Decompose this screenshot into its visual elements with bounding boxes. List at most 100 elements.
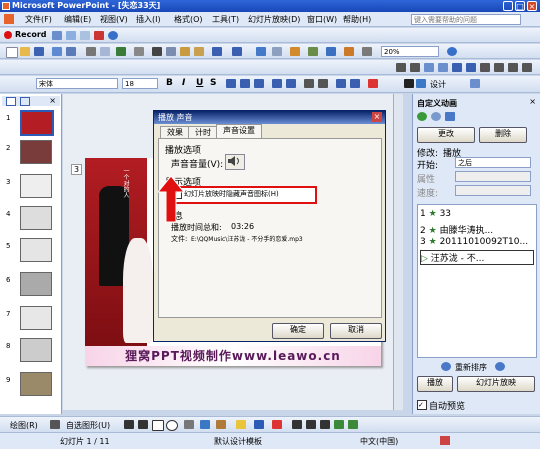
oval-icon[interactable] bbox=[166, 420, 178, 431]
new-icon[interactable] bbox=[6, 47, 18, 58]
animation-item-2[interactable]: 2 ★ 由滕华涛执... bbox=[420, 223, 493, 236]
move-down-icon[interactable] bbox=[495, 362, 505, 371]
align-center-icon[interactable] bbox=[240, 79, 250, 88]
cancel-button[interactable]: 取消 bbox=[330, 323, 382, 339]
delete-button[interactable]: 删除 bbox=[479, 127, 527, 143]
font-size-select[interactable]: 18 bbox=[122, 78, 158, 89]
research-icon[interactable] bbox=[134, 47, 144, 56]
help-icon[interactable] bbox=[447, 47, 457, 56]
help-icon[interactable] bbox=[108, 31, 118, 40]
preview-icon[interactable] bbox=[100, 47, 110, 56]
tool-icon[interactable] bbox=[396, 63, 406, 72]
undo-icon[interactable] bbox=[212, 47, 222, 56]
picture-icon[interactable] bbox=[216, 420, 226, 429]
expand-icon[interactable] bbox=[362, 47, 372, 56]
slide-thumbnail-1[interactable] bbox=[20, 110, 54, 136]
animation-item-1[interactable]: 1 ★ 33 bbox=[420, 209, 451, 219]
help-search-input[interactable]: 键入需要帮助的问题 bbox=[411, 14, 521, 25]
outdent-icon[interactable] bbox=[350, 79, 360, 88]
tool-icon[interactable] bbox=[494, 63, 504, 72]
tool-icon[interactable] bbox=[66, 31, 76, 40]
dash-style-icon[interactable] bbox=[306, 420, 316, 429]
decrease-font-icon[interactable] bbox=[318, 79, 328, 88]
slide-thumbnail-2[interactable] bbox=[20, 140, 52, 164]
open-icon[interactable] bbox=[20, 47, 30, 56]
record-icon[interactable] bbox=[4, 31, 12, 39]
menu-format[interactable]: 格式(O) bbox=[174, 14, 203, 25]
play-button[interactable]: 播放 bbox=[417, 376, 453, 392]
property-select[interactable] bbox=[455, 171, 531, 182]
tool-icon[interactable] bbox=[424, 63, 434, 72]
tool-icon[interactable] bbox=[508, 63, 518, 72]
line-icon[interactable] bbox=[124, 420, 134, 429]
outline-tab-icon[interactable] bbox=[6, 97, 16, 106]
slide-thumbnail-8[interactable] bbox=[20, 338, 52, 362]
tool-icon[interactable] bbox=[480, 63, 490, 72]
tool-icon[interactable] bbox=[52, 31, 62, 40]
wordart-icon[interactable] bbox=[200, 420, 210, 429]
design-button[interactable]: 设计 bbox=[430, 79, 446, 90]
move-up-icon[interactable] bbox=[441, 362, 451, 371]
menu-insert[interactable]: 插入(I) bbox=[136, 14, 161, 25]
color-icon[interactable] bbox=[326, 47, 336, 56]
menu-tools[interactable]: 工具(T) bbox=[212, 14, 239, 25]
ok-button[interactable]: 确定 bbox=[272, 323, 324, 339]
animation-item-3[interactable]: 3 ★ 20111010092T10... bbox=[420, 237, 528, 247]
tool-icon[interactable] bbox=[466, 63, 476, 72]
italic-button[interactable]: I bbox=[182, 78, 185, 88]
tool-icon[interactable] bbox=[80, 31, 90, 40]
redo-icon[interactable] bbox=[232, 47, 242, 56]
fill-color-icon[interactable] bbox=[236, 420, 246, 429]
animation-item-4[interactable]: ▷ 汪苏泷 - 不... bbox=[420, 250, 534, 265]
design-icon[interactable] bbox=[416, 79, 426, 88]
autopreview-checkbox[interactable]: ✓ bbox=[417, 400, 427, 410]
numbering-icon[interactable] bbox=[272, 79, 282, 88]
home-icon[interactable] bbox=[445, 112, 455, 121]
email-icon[interactable] bbox=[66, 47, 76, 56]
document-icon[interactable] bbox=[4, 14, 14, 24]
back-icon[interactable] bbox=[417, 112, 427, 121]
slide-thumbnail-4[interactable] bbox=[20, 206, 52, 230]
close-icon[interactable]: × bbox=[527, 1, 537, 11]
slides-tab-icon[interactable] bbox=[20, 97, 30, 106]
arrow-style-icon[interactable] bbox=[320, 420, 330, 429]
maximize-icon[interactable]: □ bbox=[515, 1, 525, 11]
vertical-scrollbar[interactable] bbox=[393, 94, 403, 410]
table-icon[interactable] bbox=[272, 47, 282, 56]
autoshapes-menu[interactable]: 自选图形(U) bbox=[66, 420, 110, 431]
menu-window[interactable]: 窗口(W) bbox=[307, 14, 337, 25]
paste-icon[interactable] bbox=[180, 47, 190, 56]
grid-icon[interactable] bbox=[344, 47, 354, 56]
increase-font-icon[interactable] bbox=[304, 79, 314, 88]
copy-icon[interactable] bbox=[166, 47, 176, 56]
permission-icon[interactable] bbox=[52, 47, 62, 56]
tool-icon[interactable] bbox=[452, 63, 462, 72]
zoom-select[interactable]: 20% bbox=[381, 46, 439, 57]
font-color-icon[interactable] bbox=[368, 79, 378, 88]
start-select[interactable]: 之后 bbox=[455, 157, 531, 168]
line-color-icon[interactable] bbox=[254, 420, 264, 429]
shadow-button[interactable]: S bbox=[210, 78, 216, 88]
font-color-icon[interactable] bbox=[272, 420, 282, 429]
format-painter-icon[interactable] bbox=[194, 47, 204, 56]
print-icon[interactable] bbox=[86, 47, 96, 56]
animation-list[interactable]: 1 ★ 33 2 ★ 由滕华涛执... 3 ★ 20111010092T10..… bbox=[417, 204, 537, 358]
textbox-icon[interactable] bbox=[184, 420, 194, 429]
tool-icon[interactable] bbox=[94, 31, 104, 40]
new-slide-icon[interactable] bbox=[470, 79, 480, 88]
line-style-icon[interactable] bbox=[292, 420, 302, 429]
slideshow-button[interactable]: 幻灯片放映 bbox=[457, 376, 535, 392]
speed-select[interactable] bbox=[455, 185, 531, 196]
indent-icon[interactable] bbox=[336, 79, 346, 88]
slide-thumbnail-3[interactable] bbox=[20, 174, 52, 198]
close-pane-icon[interactable]: × bbox=[49, 96, 56, 105]
hyperlink-icon[interactable] bbox=[256, 47, 266, 56]
3d-icon[interactable] bbox=[348, 420, 358, 429]
minimize-icon[interactable]: _ bbox=[503, 1, 513, 11]
font-name-select[interactable]: 宋体 bbox=[36, 78, 118, 89]
menu-help[interactable]: 帮助(H) bbox=[343, 14, 371, 25]
change-button[interactable]: 更改 bbox=[417, 127, 475, 143]
align-right-icon[interactable] bbox=[254, 79, 264, 88]
cut-icon[interactable] bbox=[152, 47, 162, 56]
volume-icon[interactable] bbox=[225, 154, 245, 170]
